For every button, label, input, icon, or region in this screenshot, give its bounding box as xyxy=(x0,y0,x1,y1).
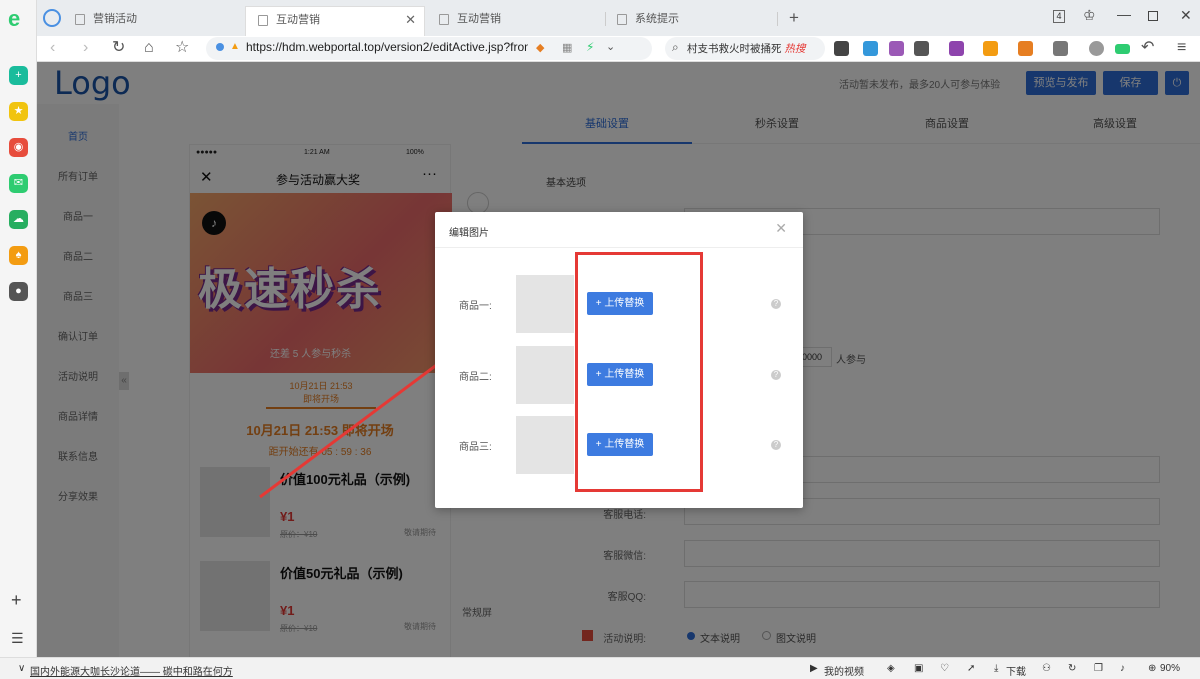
row-label: 商品三: xyxy=(459,442,492,453)
refresh-status-icon[interactable]: ↻ xyxy=(1068,663,1076,674)
gamepad-status-icon[interactable]: ⚇ xyxy=(1042,663,1051,674)
browser-status-bar: ∨ 国内外能源大咖长沙论道—— 碳中和路在何方 ▶ 我的视频 ◈ ▣ ♡ ➚ ⤓… xyxy=(0,657,1200,679)
zoom-level[interactable]: 90% xyxy=(1160,663,1180,674)
close-icon[interactable]: ✕ xyxy=(775,220,787,237)
chevron-down-icon[interactable]: ∨ xyxy=(18,663,25,674)
product-thumbnail xyxy=(516,416,574,474)
product-thumbnail xyxy=(516,275,574,333)
product-thumbnail xyxy=(516,346,574,404)
annotation-highlight-box xyxy=(575,252,703,492)
rocket-icon[interactable]: ➚ xyxy=(967,663,975,674)
download-label[interactable]: 下载 xyxy=(1006,663,1026,678)
help-icon[interactable]: ? xyxy=(771,299,781,309)
zoom-icon[interactable]: ⊕ xyxy=(1148,663,1156,674)
volume-icon[interactable]: ♪ xyxy=(1120,663,1125,674)
modal-header: 编辑图片 ✕ xyxy=(435,212,803,248)
window-icon[interactable]: ❐ xyxy=(1094,663,1103,674)
download-icon[interactable]: ⤓ xyxy=(994,663,998,674)
news-link[interactable]: 国内外能源大咖长沙论道—— 碳中和路在何方 xyxy=(30,663,233,678)
row-label: 商品二: xyxy=(459,372,492,383)
help-icon[interactable]: ? xyxy=(771,440,781,450)
heart-icon[interactable]: ♡ xyxy=(940,663,949,674)
video-icon[interactable]: ▶ xyxy=(810,663,818,674)
help-icon[interactable]: ? xyxy=(771,370,781,380)
image-icon[interactable]: ▣ xyxy=(914,663,923,674)
my-video-link[interactable]: 我的视频 xyxy=(824,663,864,678)
modal-title: 编辑图片 xyxy=(449,228,489,239)
shield-status-icon[interactable]: ◈ xyxy=(887,663,895,674)
row-label: 商品一: xyxy=(459,301,492,312)
